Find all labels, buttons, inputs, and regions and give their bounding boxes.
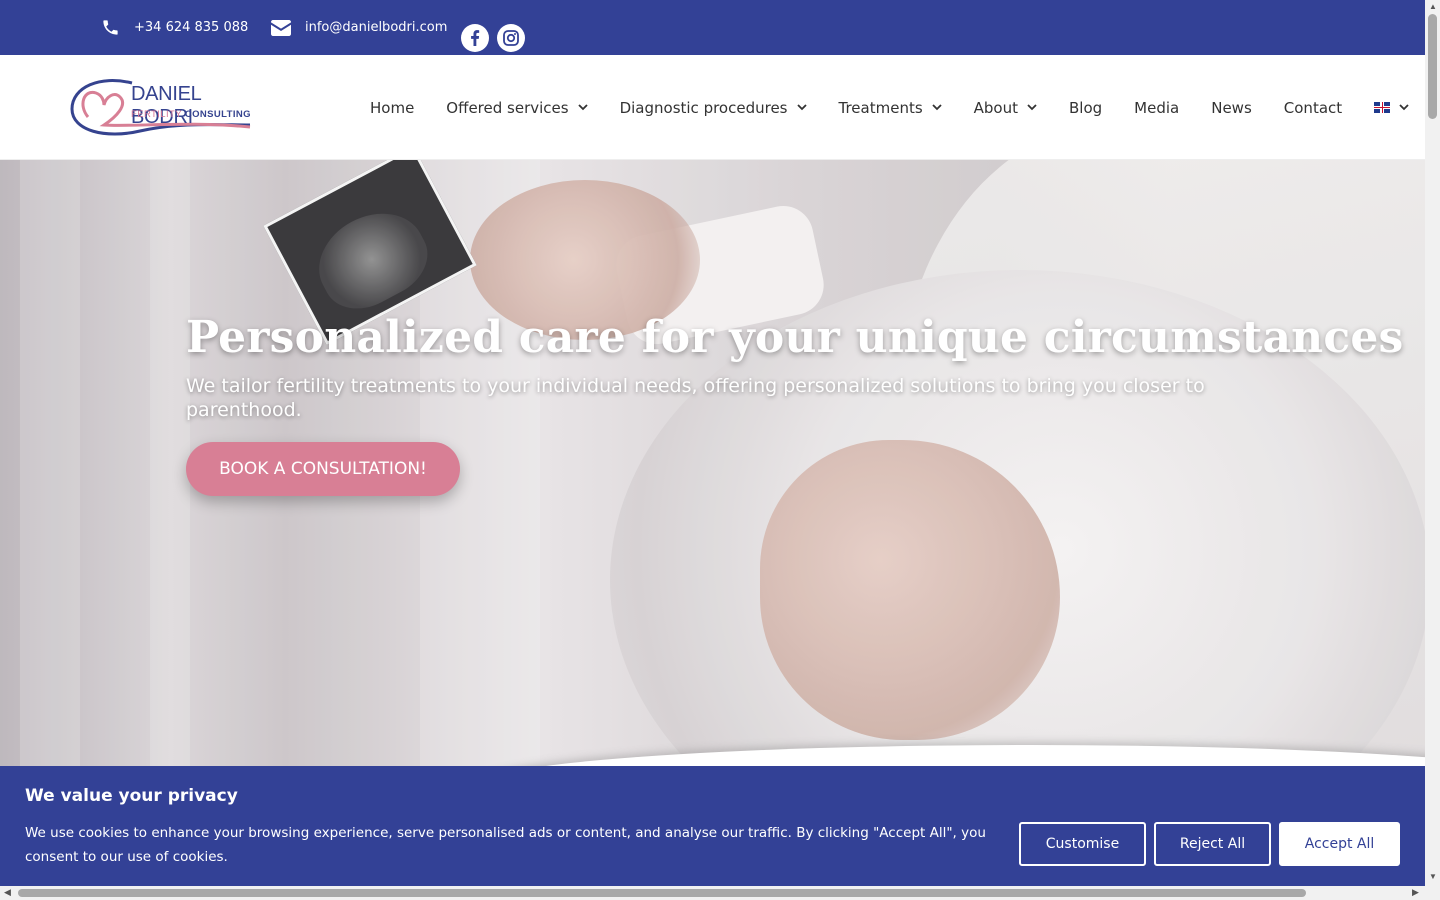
facebook-icon (471, 30, 480, 46)
nav-label: Offered services (446, 98, 569, 117)
hero-section: Personalized care for your unique circum… (0, 160, 1425, 766)
customise-button[interactable]: Customise (1019, 822, 1146, 866)
nav-label: Diagnostic procedures (619, 98, 788, 117)
instagram-link[interactable] (497, 24, 525, 52)
nav-label: Treatments (838, 98, 923, 117)
chevron-down-icon (1027, 104, 1037, 111)
envelope-icon (271, 19, 291, 36)
chevron-down-icon (932, 104, 942, 111)
logo-name: DANIEL BODRI (131, 83, 201, 128)
cookie-title: We value your privacy (25, 786, 238, 806)
language-switcher[interactable] (1374, 102, 1409, 113)
nav-label: Contact (1283, 98, 1343, 117)
cookie-message: We use cookies to enhance your browsing … (25, 825, 986, 865)
nav-label: About (973, 98, 1018, 117)
nav-offered-services[interactable]: Offered services (446, 98, 588, 117)
horizontal-scroll-thumb[interactable] (18, 889, 1306, 897)
chevron-down-icon (1399, 104, 1409, 111)
scroll-up-icon[interactable]: ▲ (1429, 2, 1437, 11)
vertical-scrollbar[interactable]: ▲ ▼ (1425, 0, 1440, 886)
nav-label: Home (370, 98, 415, 117)
facebook-link[interactable] (461, 24, 489, 52)
email-address: info@danielbodri.com (305, 20, 448, 35)
nav-contact[interactable]: Contact (1284, 99, 1342, 117)
chevron-down-icon (577, 104, 588, 111)
instagram-icon (503, 30, 519, 46)
hero-subtitle: We tailor fertility treatments to your i… (186, 375, 1205, 421)
nav-label: Blog (1069, 98, 1103, 117)
phone-icon (103, 20, 118, 35)
email-link[interactable]: info@danielbodri.com (271, 0, 447, 55)
site-header: DANIEL BODRI FERTILITY CONSULTING Home O… (0, 55, 1425, 160)
logo-tagline: FERTILITY CONSULTING (131, 109, 251, 120)
nav-label: News (1211, 98, 1252, 117)
vertical-scroll-thumb[interactable] (1428, 14, 1437, 119)
phone-number: +34 624 835 088 (134, 20, 249, 35)
accept-all-button[interactable]: Accept All (1279, 822, 1400, 866)
nav-news[interactable]: News (1211, 99, 1252, 117)
scroll-left-icon[interactable]: ◀ (4, 887, 11, 898)
horizontal-scrollbar[interactable]: ◀ ▶ (0, 886, 1440, 900)
top-contact-bar: +34 624 835 088 info@danielbodri.com (0, 0, 1425, 55)
nav-treatments[interactable]: Treatments (839, 99, 942, 117)
book-consultation-button[interactable]: BOOK A CONSULTATION! (186, 442, 460, 496)
nav-home[interactable]: Home (370, 99, 414, 117)
scroll-down-icon[interactable]: ▼ (1429, 872, 1437, 881)
nav-diagnostic-procedures[interactable]: Diagnostic procedures (620, 99, 807, 117)
uk-flag-icon (1374, 102, 1391, 113)
nav-media[interactable]: Media (1134, 99, 1179, 117)
site-logo[interactable]: DANIEL BODRI FERTILITY CONSULTING (70, 77, 252, 139)
nav-label: Media (1134, 98, 1180, 117)
reject-all-button[interactable]: Reject All (1154, 822, 1271, 866)
nav-about[interactable]: About (974, 99, 1037, 117)
nav-blog[interactable]: Blog (1069, 99, 1102, 117)
chevron-down-icon (796, 104, 807, 111)
scroll-right-icon[interactable]: ▶ (1412, 887, 1419, 898)
cookie-consent-banner: We value your privacy We use cookies to … (0, 766, 1425, 886)
main-navigation: Home Offered services Diagnostic procedu… (370, 55, 1440, 160)
hero-title: Personalized care for your unique circum… (186, 312, 1404, 363)
phone-link[interactable]: +34 624 835 088 (101, 0, 248, 55)
